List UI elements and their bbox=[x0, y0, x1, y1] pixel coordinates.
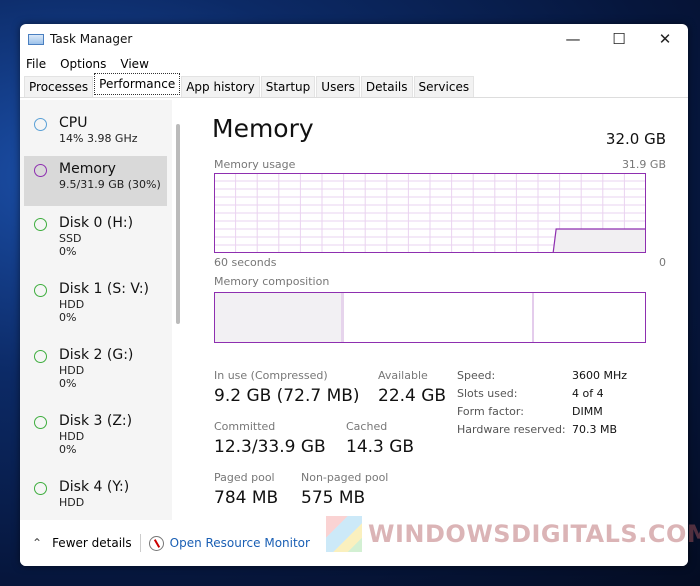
usage-series-area bbox=[552, 228, 646, 253]
menu-options[interactable]: Options bbox=[60, 57, 106, 71]
available-value: 22.4 GB bbox=[378, 386, 447, 406]
composition-in-use bbox=[214, 292, 342, 343]
paged-pool-label: Paged pool bbox=[214, 471, 275, 484]
tab-app-history[interactable]: App history bbox=[181, 76, 260, 97]
close-button[interactable]: ✕ bbox=[642, 24, 688, 54]
memory-composition-bar bbox=[214, 292, 646, 343]
sidebar-item-percent: 0% bbox=[59, 377, 77, 390]
tab-bar: Processes Performance App history Startu… bbox=[20, 73, 688, 98]
spec-value: 4 of 4 bbox=[572, 387, 604, 400]
sidebar-item-disk-0-h[interactable]: Disk 0 (H:) SSD 0% bbox=[20, 210, 172, 276]
tab-processes[interactable]: Processes bbox=[24, 76, 94, 97]
minimize-button[interactable]: — bbox=[550, 24, 596, 54]
available-label: Available bbox=[378, 369, 428, 382]
sidebar-item-percent: 0% bbox=[59, 245, 77, 258]
status-circle-icon bbox=[34, 118, 47, 131]
sidebar-item-disk-3-z[interactable]: Disk 3 (Z:) HDD 0% bbox=[20, 408, 172, 474]
committed-label: Committed bbox=[214, 420, 276, 433]
sidebar-item-name: Disk 3 (Z:) bbox=[59, 413, 133, 429]
task-manager-window: Task Manager — ☐ ✕ File Options View Pro… bbox=[20, 24, 688, 566]
sidebar-item-name: Memory bbox=[59, 161, 116, 177]
sidebar-item-detail: HDD bbox=[59, 298, 85, 311]
spec-value: 3600 MHz bbox=[572, 369, 628, 382]
spec-label: Speed: bbox=[457, 369, 496, 382]
tab-performance[interactable]: Performance bbox=[94, 73, 181, 95]
usage-max: 31.9 GB bbox=[621, 158, 666, 171]
in-use-label: In use (Compressed) bbox=[214, 369, 328, 382]
sidebar-item-detail: HDD bbox=[59, 496, 85, 509]
cached-label: Cached bbox=[346, 420, 388, 433]
sidebar-item-name: Disk 2 (G:) bbox=[59, 347, 134, 363]
paged-pool-value: 784 MB bbox=[214, 488, 279, 508]
divider bbox=[139, 534, 141, 552]
title-bar: Task Manager — ☐ ✕ bbox=[20, 24, 688, 54]
spec-value: DIMM bbox=[572, 405, 603, 418]
sidebar-item-detail: SSD bbox=[59, 232, 82, 245]
status-circle-icon bbox=[34, 164, 47, 177]
composition-label: Memory composition bbox=[214, 275, 330, 288]
axis-right-label: 0 bbox=[659, 256, 666, 269]
committed-value: 12.3/33.9 GB bbox=[214, 437, 326, 457]
total-memory: 32.0 GB bbox=[605, 130, 666, 148]
sidebar-item-disk-2-g[interactable]: Disk 2 (G:) HDD 0% bbox=[20, 342, 172, 408]
fewer-details-link[interactable]: Fewer details bbox=[52, 536, 132, 550]
spec-label: Form factor: bbox=[457, 405, 524, 418]
axis-left-label: 60 seconds bbox=[214, 256, 277, 269]
sidebar-item-name: Disk 4 (Y:) bbox=[59, 479, 130, 495]
status-circle-icon bbox=[34, 218, 47, 231]
page-title: Memory bbox=[212, 114, 314, 143]
status-circle-icon bbox=[34, 482, 47, 495]
sidebar-item-name: CPU bbox=[59, 115, 88, 131]
cached-value: 14.3 GB bbox=[346, 437, 415, 457]
spec-value: 70.3 MB bbox=[572, 423, 618, 436]
task-manager-icon bbox=[28, 33, 44, 45]
sidebar-item-detail: HDD bbox=[59, 364, 85, 377]
chevron-up-icon[interactable]: ⌃ bbox=[32, 536, 42, 550]
nonpaged-pool-label: Non-paged pool bbox=[301, 471, 389, 484]
sidebar-scrollbar[interactable] bbox=[176, 124, 180, 324]
sidebar-item-name: Disk 1 (S: V:) bbox=[59, 281, 150, 297]
spec-label: Slots used: bbox=[457, 387, 518, 400]
composition-modified bbox=[341, 292, 344, 343]
tab-startup[interactable]: Startup bbox=[260, 76, 316, 97]
memory-panel: Memory 32.0 GB Memory usage 31.9 GB 60 s… bbox=[192, 100, 688, 520]
window-title: Task Manager bbox=[50, 32, 133, 46]
watermark-logo: WINDOWSDIGITALS.COM bbox=[326, 516, 700, 552]
memory-usage-graph bbox=[214, 173, 646, 253]
sidebar-item-percent: 0% bbox=[59, 443, 77, 456]
menu-view[interactable]: View bbox=[120, 57, 148, 71]
tab-users[interactable]: Users bbox=[316, 76, 360, 97]
spec-label: Hardware reserved: bbox=[457, 423, 566, 436]
sidebar-item-disk-4-y[interactable]: Disk 4 (Y:) HDD bbox=[20, 474, 172, 520]
status-circle-icon bbox=[34, 350, 47, 363]
tab-services[interactable]: Services bbox=[413, 76, 475, 97]
tab-details[interactable]: Details bbox=[360, 76, 413, 97]
status-circle-icon bbox=[34, 284, 47, 297]
status-circle-icon bbox=[34, 416, 47, 429]
sidebar-item-detail: HDD bbox=[59, 430, 85, 443]
maximize-button[interactable]: ☐ bbox=[596, 24, 642, 54]
resource-sidebar: CPU 14% 3.98 GHz Memory 9.5/31.9 GB (30%… bbox=[20, 100, 172, 520]
sidebar-item-detail: 14% 3.98 GHz bbox=[59, 132, 138, 145]
in-use-value: 9.2 GB (72.7 MB) bbox=[214, 386, 360, 406]
nonpaged-pool-value: 575 MB bbox=[301, 488, 366, 508]
menu-bar: File Options View bbox=[20, 54, 688, 74]
usage-label: Memory usage bbox=[214, 158, 296, 171]
sidebar-item-detail: 9.5/31.9 GB (30%) bbox=[59, 178, 161, 191]
resource-monitor-icon bbox=[148, 535, 164, 551]
sidebar-item-memory[interactable]: Memory 9.5/31.9 GB (30%) bbox=[24, 156, 167, 206]
sidebar-item-percent: 0% bbox=[59, 311, 77, 324]
open-resource-monitor-link[interactable]: Open Resource Monitor bbox=[170, 536, 310, 550]
menu-file[interactable]: File bbox=[26, 57, 46, 71]
sidebar-item-name: Disk 0 (H:) bbox=[59, 215, 134, 231]
sidebar-item-disk-1-s-v[interactable]: Disk 1 (S: V:) HDD 0% bbox=[20, 276, 172, 342]
sidebar-item-cpu[interactable]: CPU 14% 3.98 GHz bbox=[20, 110, 172, 156]
